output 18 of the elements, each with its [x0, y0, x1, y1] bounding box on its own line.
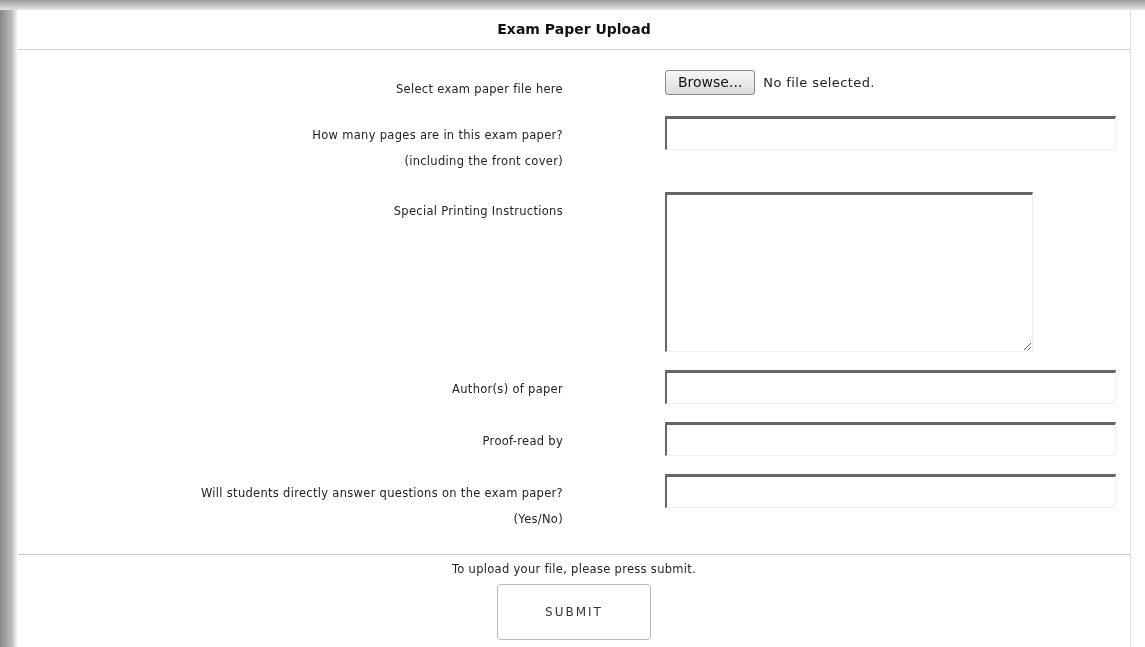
field-label: Will students directly answer questions on the exam paper?	[199, 485, 563, 502]
field-label: Proof-read by	[481, 433, 563, 450]
file-status-text: No file selected.	[763, 75, 875, 90]
field-label: How many pages are in this exam paper?	[311, 127, 563, 144]
instruction-text: To upload your file, please press submit.	[450, 561, 698, 578]
field-hint: (Yes/No)	[512, 511, 563, 528]
input-field[interactable]	[665, 474, 1116, 508]
browse-button[interactable]: Browse...	[665, 70, 756, 95]
input-field[interactable]	[665, 370, 1116, 404]
submit-button[interactable]: SUBMIT	[497, 584, 651, 641]
form-title: Exam Paper Upload	[18, 10, 1130, 50]
field-hint: (including the front cover)	[403, 153, 563, 170]
field-label: Author(s) of paper	[451, 381, 563, 398]
input-field[interactable]	[665, 116, 1116, 150]
field-label: Special Printing Instructions	[392, 203, 563, 220]
field-label: Select exam paper file here	[395, 81, 563, 98]
text-area[interactable]	[665, 192, 1033, 352]
input-field[interactable]	[665, 422, 1116, 456]
